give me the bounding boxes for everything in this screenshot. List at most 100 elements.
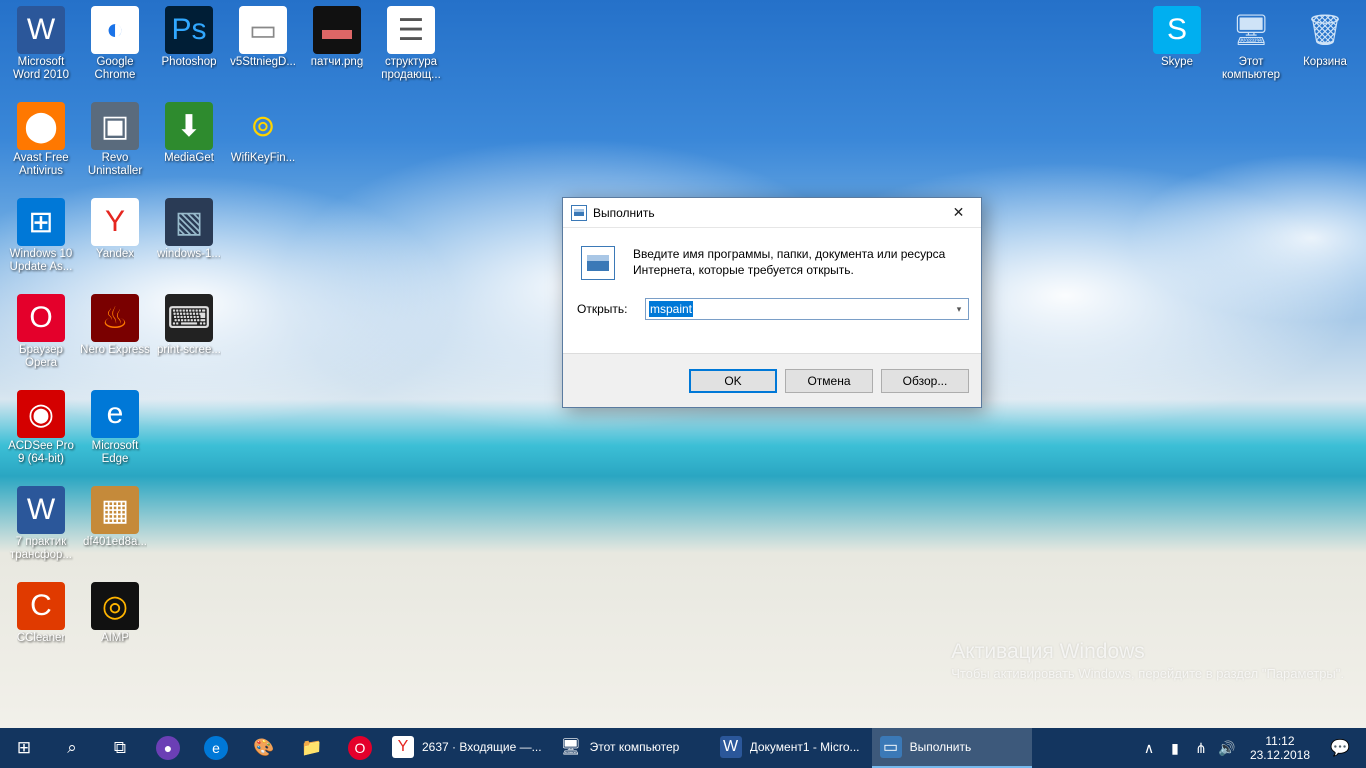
start-icon: ⊞ (17, 738, 31, 758)
clock-time: 11:12 (1250, 734, 1310, 748)
desktop-icon-nero[interactable]: ♨Nero Express (78, 292, 152, 388)
desktop-icon-revo[interactable]: ▣Revo Uninstaller (78, 100, 152, 196)
notification-icon: 💬 (1330, 738, 1350, 758)
desktop-icon-label: Skype (1161, 56, 1193, 69)
desktop-icon-opera[interactable]: OБраузер Opera (4, 292, 78, 388)
edge-icon: e (204, 736, 228, 760)
taskbar-task-label: Выполнить (910, 740, 1022, 754)
close-button[interactable]: ✕ (936, 198, 981, 227)
desktop-icon-thispc[interactable]: 🖥Этот компьютер (1214, 4, 1288, 100)
run-program-icon (581, 246, 615, 280)
desktop-icon-label: v5SttniegD... (230, 56, 296, 69)
taskbar-opera-button[interactable]: O (336, 728, 384, 768)
chevron-down-icon: ▾ (957, 304, 962, 315)
ccleaner-icon: C (17, 582, 65, 630)
desktop-icon-patchi[interactable]: ▬ патчи.png (300, 4, 374, 100)
df401-icon: ▦ (91, 486, 139, 534)
ok-button[interactable]: OK (689, 369, 777, 393)
taskbar-task-thispc-window[interactable]: 🖥Этот компьютер (552, 728, 712, 768)
nero-icon: ♨ (91, 294, 139, 342)
cortana-icon: ● (156, 736, 180, 760)
edge-icon: e (91, 390, 139, 438)
taskbar-task-label: Документ1 - Micro... (750, 740, 862, 754)
desktop-icon-mediaget[interactable]: ⬇MediaGet (152, 100, 226, 196)
taskbar-search-button[interactable]: ⌕ (48, 728, 96, 768)
desktop-icon-chrome[interactable]: ◐Google Chrome (78, 4, 152, 100)
desktop-icon-df401[interactable]: ▦df401ed8a... (78, 484, 152, 580)
desktop-icon-label: WifiKeyFin... (231, 152, 296, 165)
taskbar-task-word-doc[interactable]: WДокумент1 - Micro... (712, 728, 872, 768)
volume-icon[interactable]: 🔊 (1214, 728, 1240, 768)
taskbar-edge-button[interactable]: e (192, 728, 240, 768)
desktop-icon-ccleaner[interactable]: C CCleaner (4, 580, 78, 676)
taskview-icon: ⧉ (114, 738, 126, 758)
tray-chevron-up-icon[interactable]: ∧ (1136, 728, 1162, 768)
open-input[interactable] (645, 298, 969, 320)
desktop-icon-struktura[interactable]: ☰структура продающ... (374, 4, 448, 100)
desktop-icon-edge[interactable]: eMicrosoft Edge (78, 388, 152, 484)
desktop-icon-label: Google Chrome (80, 56, 150, 82)
desktop-icon-aimp[interactable]: ◎ AIMP (78, 580, 152, 676)
taskbar-explorer-button[interactable]: 📁 (288, 728, 336, 768)
desktop-icon-wifikey[interactable]: ⊚ WifiKeyFin... (226, 100, 300, 196)
battery-icon[interactable]: ▮ (1162, 728, 1188, 768)
desktop-icon-yandex[interactable]: Y Yandex (78, 196, 152, 292)
run-dialog: Выполнить ✕ Введите имя программы, папки… (562, 197, 982, 408)
yandex-mail-icon: Y (392, 736, 414, 758)
yandex-icon: Y (91, 198, 139, 246)
taskbar-paint-button[interactable]: 🎨 (240, 728, 288, 768)
printscreen-icon: ⌨ (165, 294, 213, 342)
run-titlebar[interactable]: Выполнить ✕ (563, 198, 981, 228)
desktop-icon-photoshop[interactable]: PsPhotoshop (152, 4, 226, 100)
action-center-button[interactable]: 💬 (1320, 738, 1360, 758)
taskbar-taskview-button[interactable]: ⧉ (96, 728, 144, 768)
doc7praktik-icon: W (17, 486, 65, 534)
desktop-icon-acdsee[interactable]: ◉ACDSee Pro 9 (64-bit) (4, 388, 78, 484)
desktop-icon-doc7praktik[interactable]: W7 практик трансфор... (4, 484, 78, 580)
patchi-icon: ▬ (313, 6, 361, 54)
open-dropdown-button[interactable]: ▾ (950, 299, 968, 319)
desktop-icon-label: Браузер Opera (6, 344, 76, 370)
chrome-icon: ◐ (91, 6, 139, 54)
avast-icon: ⬤ (17, 102, 65, 150)
desktop: WMicrosoft Word 2010⬤Avast Free Antiviru… (0, 0, 1366, 728)
taskbar-task-yandex-mail[interactable]: Y2637 · Входящие —... (384, 728, 552, 768)
run-dialog-icon (571, 205, 587, 221)
skype-icon: S (1153, 6, 1201, 54)
desktop-icon-label: Windows 10 Update As... (6, 248, 76, 274)
wifikey-icon: ⊚ (239, 102, 287, 150)
thispc-window-icon: 🖥 (560, 736, 582, 758)
desktop-icon-label: AIMP (101, 632, 129, 645)
taskbar-start-button[interactable]: ⊞ (0, 728, 48, 768)
desktop-icon-label: CCleaner (17, 632, 66, 645)
clock[interactable]: 11:12 23.12.2018 (1240, 734, 1320, 762)
desktop-icon-windows1img[interactable]: ▧ windows-1... (152, 196, 226, 292)
desktop-icon-label: Yandex (96, 248, 134, 261)
desktop-icon-word[interactable]: WMicrosoft Word 2010 (4, 4, 78, 100)
windows1img-icon: ▧ (165, 198, 213, 246)
aimp-icon: ◎ (91, 582, 139, 630)
desktop-icon-label: патчи.png (311, 56, 363, 69)
word-icon: W (17, 6, 65, 54)
desktop-icon-recycle[interactable]: 🗑Корзина (1288, 4, 1362, 100)
desktop-icon-win10update[interactable]: ⊞Windows 10 Update As... (4, 196, 78, 292)
cancel-button[interactable]: Отмена (785, 369, 873, 393)
desktop-icon-skype[interactable]: S Skype (1140, 4, 1214, 100)
struktura-icon: ☰ (387, 6, 435, 54)
taskbar-task-run-window[interactable]: ▭Выполнить (872, 728, 1032, 768)
desktop-icon-label: Revo Uninstaller (80, 152, 150, 178)
desktop-icon-label: windows-1... (157, 248, 221, 261)
search-icon: ⌕ (67, 738, 77, 758)
taskbar: ⊞ ⌕ ⧉ ● e 🎨 📁 O Y2637 · Входящие —...🖥Этот комп… (0, 728, 1366, 768)
browse-button[interactable]: Обзор... (881, 369, 969, 393)
desktop-icon-label: Корзина (1303, 56, 1347, 69)
desktop-icon-label: структура продающ... (376, 56, 446, 82)
desktop-icon-printscreen[interactable]: ⌨print-scree... (152, 292, 226, 388)
wifi-icon[interactable]: ⋔ (1188, 728, 1214, 768)
desktop-icon-avast[interactable]: ⬤Avast Free Antivirus (4, 100, 78, 196)
explorer-icon: 📁 (301, 738, 322, 758)
taskbar-cortana-button[interactable]: ● (144, 728, 192, 768)
desktop-icon-label: Microsoft Word 2010 (6, 56, 76, 82)
desktop-icon-v5stt[interactable]: ▭v5SttniegD... (226, 4, 300, 100)
opera-icon: O (17, 294, 65, 342)
